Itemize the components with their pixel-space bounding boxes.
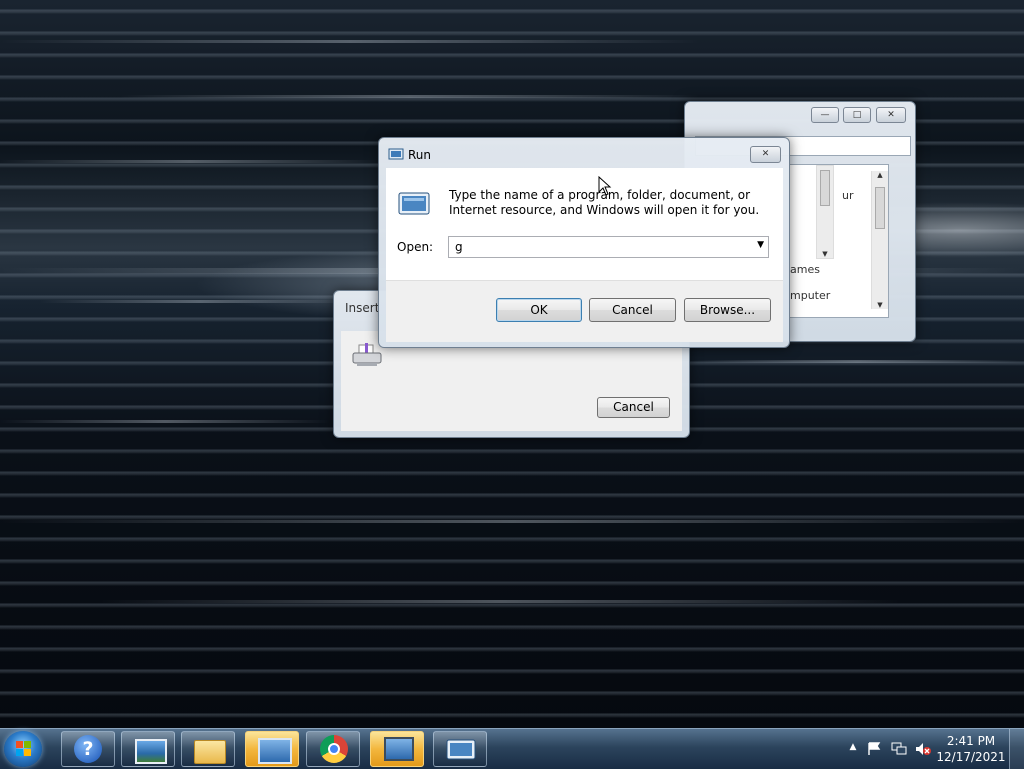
partial-text: mputer: [790, 289, 831, 302]
open-combobox[interactable]: g ▼: [448, 236, 769, 258]
windows-logo-icon: [16, 749, 23, 756]
wallpaper-streak: [100, 600, 900, 603]
run-dialog-title: Run: [408, 148, 432, 162]
show-desktop-button[interactable]: [1009, 729, 1024, 769]
clock[interactable]: 2:41 PM 12/17/2021: [936, 733, 1006, 765]
run-title-icon: [388, 148, 404, 160]
taskbar-remote-desktop-button[interactable]: [370, 731, 424, 767]
cancel-button[interactable]: Cancel: [589, 298, 676, 322]
taskbar-chrome-button[interactable]: [306, 731, 360, 767]
taskbar-control-panel-button[interactable]: [245, 731, 299, 767]
windows-logo-icon: [24, 741, 31, 748]
close-button[interactable]: ✕: [876, 107, 906, 123]
scroll-down-arrow[interactable]: ▼: [872, 301, 888, 309]
browse-button[interactable]: Browse...: [684, 298, 771, 322]
show-hidden-icons-button[interactable]: ▲: [845, 742, 861, 756]
wallpaper-streak: [0, 160, 380, 163]
insert-cancel-button[interactable]: Cancel: [597, 397, 670, 418]
chevron-down-icon[interactable]: ▼: [757, 240, 764, 250]
remote-desktop-icon: [384, 737, 414, 761]
wallpaper-streak: [40, 300, 360, 303]
clock-date: 12/17/2021: [936, 750, 1006, 764]
taskbar-help-button[interactable]: ?: [61, 731, 115, 767]
scroll-thumb[interactable]: [820, 170, 830, 206]
taskbar-explorer-button[interactable]: [181, 731, 235, 767]
clock-time: 2:41 PM: [946, 734, 996, 748]
run-dialog[interactable]: Run ✕ Type the name of a program, folder…: [378, 137, 790, 348]
run-dialog-client: Type the name of a program, folder, docu…: [386, 168, 783, 342]
action-center-flag-icon[interactable]: [866, 742, 882, 756]
wallpaper-streak: [0, 520, 1024, 523]
taskbar-run-button[interactable]: [433, 731, 487, 767]
wallpaper-streak: [690, 360, 1024, 363]
wallpaper-streak: [120, 95, 700, 98]
mouse-cursor: [598, 175, 612, 196]
windows-logo-icon: [16, 741, 23, 748]
open-input[interactable]: g: [455, 240, 463, 254]
run-close-button[interactable]: ✕: [750, 146, 781, 163]
scroll-thumb[interactable]: [875, 187, 885, 229]
control-panel-icon: [258, 738, 292, 764]
taskbar-photo-viewer-button[interactable]: [121, 731, 175, 767]
maximize-button[interactable]: □: [843, 107, 871, 123]
open-label: Open:: [397, 240, 434, 254]
minimize-button[interactable]: —: [811, 107, 839, 123]
inner-scrollbar[interactable]: ▼: [816, 165, 834, 259]
scroll-up-arrow[interactable]: ▲: [872, 171, 888, 179]
run-program-icon: [398, 192, 430, 216]
volume-muted-icon[interactable]: [915, 742, 931, 756]
photo-viewer-icon: [135, 739, 167, 764]
scrollbar[interactable]: ▲ ▼: [871, 171, 888, 309]
chrome-icon: [320, 735, 348, 763]
start-button[interactable]: [4, 731, 42, 767]
printer-icon: [351, 343, 383, 366]
wallpaper-streak: [0, 420, 330, 423]
run-button-bar: OK Cancel Browse...: [386, 280, 783, 342]
partial-text: ames: [790, 263, 820, 276]
background-window-content: ur ames mputer ▲ ▼ ▼: [789, 164, 889, 318]
taskbar: ? ▲ 2:41 PM 12/17/2021: [0, 728, 1024, 769]
ok-button[interactable]: OK: [496, 298, 582, 322]
network-icon[interactable]: [891, 742, 907, 756]
insert-dialog-title: Insert: [345, 301, 380, 315]
file-explorer-icon: [194, 740, 226, 764]
run-icon: [446, 739, 476, 761]
wallpaper-streak: [0, 40, 700, 43]
scroll-down-arrow[interactable]: ▼: [817, 250, 833, 258]
windows-logo-icon: [24, 749, 31, 756]
help-and-support-icon: ?: [74, 735, 102, 763]
partial-text: ur: [842, 189, 854, 202]
